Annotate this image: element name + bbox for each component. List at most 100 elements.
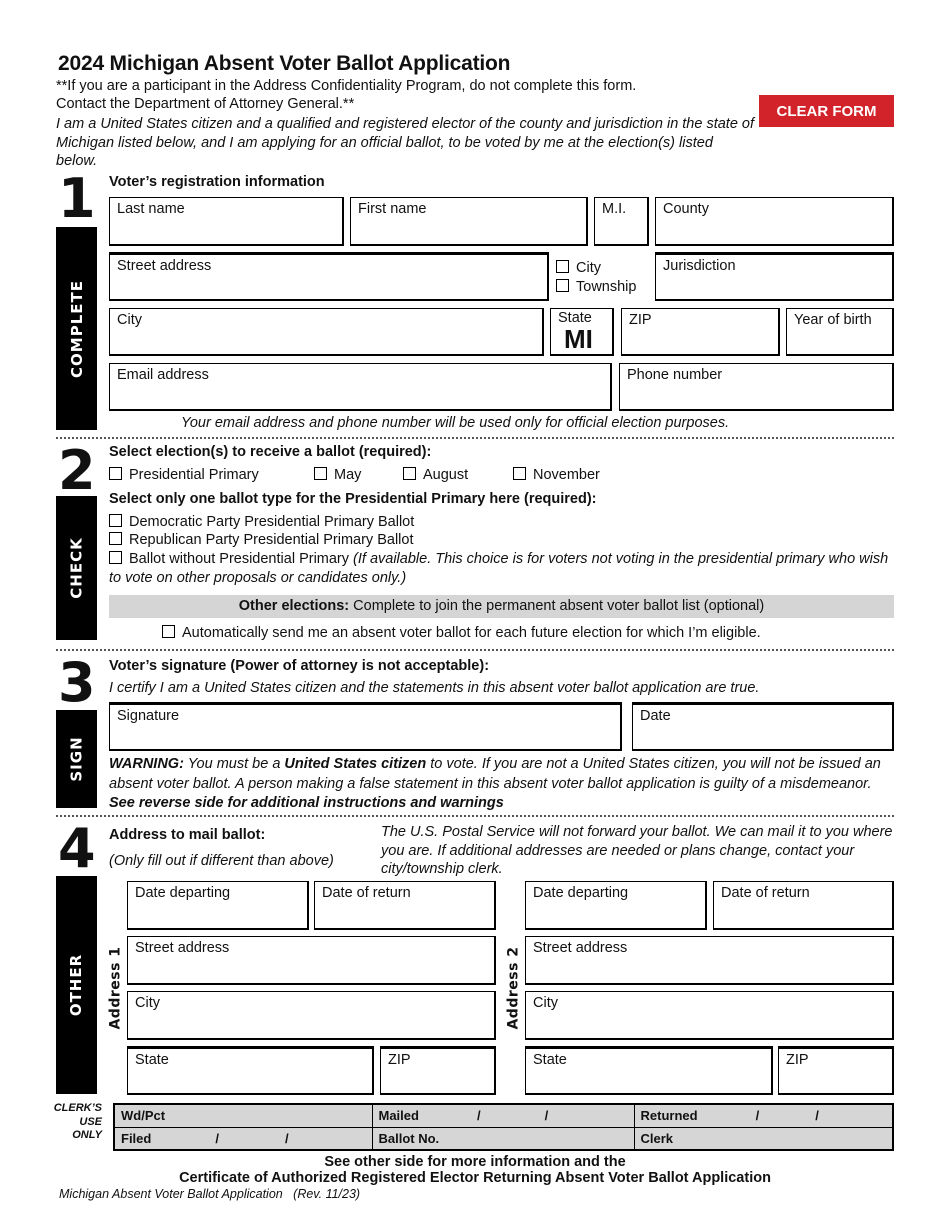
intro-statement: I am a United States citizen and a quali… [56,116,755,169]
last-name-field[interactable]: Last name [109,197,344,246]
city-checkbox-option[interactable]: City [556,259,601,278]
address-1-date-return[interactable]: Date of return [314,881,496,930]
field-label: ZIP [786,1052,809,1068]
section-label-text: CHECK [67,537,86,599]
clear-form-button[interactable]: CLEAR FORM [759,95,894,127]
page-title: 2024 Michigan Absent Voter Ballot Applic… [58,52,511,75]
section-divider [56,649,894,651]
first-name-field[interactable]: First name [350,197,588,246]
address-1-street[interactable]: Street address [127,936,496,985]
county-field[interactable]: County [655,197,894,246]
checkbox[interactable] [403,467,416,480]
address-1-city[interactable]: City [127,991,496,1040]
field-label: First name [358,201,427,217]
section-number-4: 4 [58,817,96,880]
cell-label: Ballot No. [378,1130,440,1146]
signature-date-field[interactable]: Date [632,702,894,751]
date-slash: / [755,1108,760,1124]
ballot-option-democratic[interactable]: Democratic Party Presidential Primary Ba… [109,513,414,532]
date-slash: / [544,1108,549,1124]
footer-notice: See other side for more information and … [56,1154,894,1186]
mail-address-heading: Address to mail ballot: [109,827,266,843]
election-option-presidential-primary[interactable]: Presidential Primary [109,466,259,485]
section-label-complete: COMPLETE [56,227,97,430]
city-field[interactable]: City [109,308,544,356]
ballot-option-republican[interactable]: Republican Party Presidential Primary Ba… [109,531,414,550]
field-label: Last name [117,201,185,217]
section-label-sign: SIGN [56,710,97,808]
note-line-1: **If you are a participant in the Addres… [56,78,637,94]
footer-line-1: See other side for more information and … [324,1154,626,1170]
field-label: State [135,1052,169,1068]
cell-label: Wd/Pct [121,1108,166,1124]
checkbox[interactable] [109,551,122,564]
date-slash: / [215,1130,219,1146]
date-slash: / [815,1108,819,1124]
cell-label: Mailed [378,1108,419,1124]
clerk-cell: Clerk [633,1126,894,1151]
checkbox[interactable] [109,532,122,545]
email-field[interactable]: Email address [109,363,612,411]
postal-note: The U.S. Postal Service will not forward… [381,824,893,877]
phone-field[interactable]: Phone number [619,363,894,411]
field-label: State [533,1052,567,1068]
checkbox[interactable] [314,467,327,480]
election-option-may[interactable]: May [314,466,361,485]
field-label: Year of birth [794,312,872,328]
section-divider [56,815,894,817]
street-address-field[interactable]: Street address [109,252,549,301]
jurisdiction-field[interactable]: Jurisdiction [655,252,894,301]
address-label-text: Address 1 [108,946,124,1030]
date-slash: / [284,1130,289,1146]
field-label: Street address [117,258,212,274]
address-1-state[interactable]: State [127,1046,374,1095]
option-label: Presidential Primary [129,467,259,483]
address-1-zip[interactable]: ZIP [380,1046,496,1095]
checkbox[interactable] [109,467,122,480]
signature-heading: Voter’s signature (Power of attorney is … [109,658,490,674]
privacy-note: Your email address and phone number will… [181,415,730,431]
signature-field[interactable]: Signature [109,702,622,751]
election-option-august[interactable]: August [403,466,468,485]
field-label: County [663,201,709,217]
ballot-type-heading: Select only one ballot type for the Pres… [109,491,597,507]
address-2-city[interactable]: City [525,991,894,1040]
note-line-2: Contact the Department of Attorney Gener… [56,96,355,112]
warning-reverse: See reverse side for additional instruct… [109,795,504,811]
field-label: Date [640,708,671,724]
certify-statement: I certify I am a United States citizen a… [109,680,760,696]
state-value: MI [564,324,593,354]
address-2-date-return[interactable]: Date of return [713,881,894,930]
returned-cell: Returned / / [633,1103,894,1128]
address-2-zip[interactable]: ZIP [778,1046,894,1095]
township-checkbox-option[interactable]: Township [556,278,636,297]
ballot-option-no-primary[interactable]: Ballot without Presidential Primary (If … [109,550,899,587]
registration-heading: Voter’s registration information [109,174,325,190]
election-option-november[interactable]: November [513,466,600,485]
auto-send-option[interactable]: Automatically send me an absent voter ba… [162,624,761,643]
middle-initial-field[interactable]: M.I. [594,197,649,246]
address-2-date-departing[interactable]: Date departing [525,881,707,930]
option-label: Township [576,279,637,295]
field-label: ZIP [388,1052,411,1068]
field-label: Email address [117,367,209,383]
city-checkbox[interactable] [556,260,569,273]
option-label: May [334,467,362,483]
checkbox[interactable] [513,467,526,480]
other-elections-text: Complete to join the permanent absent vo… [349,598,765,614]
address-1-date-departing[interactable]: Date departing [127,881,309,930]
year-of-birth-field[interactable]: Year of birth [786,308,894,356]
clerk-label-line: USE [79,1115,102,1128]
footer-line-2: Certificate of Authorized Registered Ele… [179,1170,771,1186]
option-label: City [576,260,601,276]
checkbox[interactable] [162,625,175,638]
checkbox[interactable] [109,514,122,527]
field-label: Signature [117,708,180,724]
mail-address-subheading: (Only fill out if different than above) [109,853,334,869]
township-checkbox[interactable] [556,279,569,292]
section-number-1: 1 [58,167,96,230]
address-2-state[interactable]: State [525,1046,773,1095]
address-2-street[interactable]: Street address [525,936,894,985]
option-label: Republican Party Presidential Primary Ba… [129,532,414,548]
zip-field[interactable]: ZIP [621,308,780,356]
